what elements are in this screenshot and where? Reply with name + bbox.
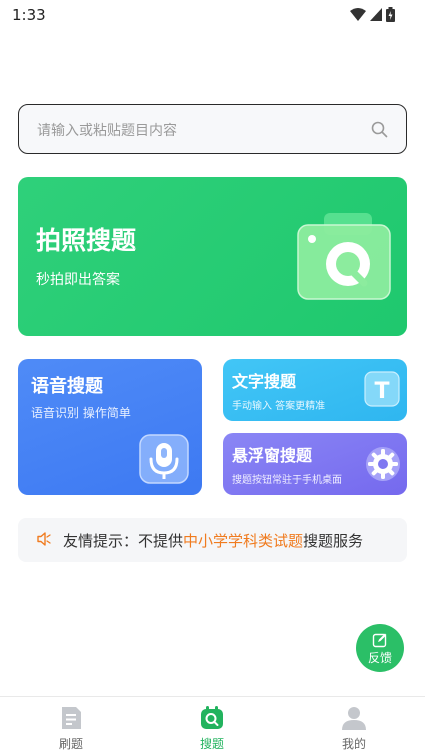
text-t-icon: T (364, 371, 400, 407)
notice-text: 友情提示：不提供中小学学科类试题搜题服务 (63, 530, 363, 551)
search-input[interactable]: 请输入或粘贴题目内容 (18, 104, 407, 154)
floating-search-subtitle: 搜题按钮常驻于手机桌面 (232, 475, 342, 486)
voice-search-subtitle: 语音识别 操作简单 (31, 406, 131, 420)
notice-highlight: 中小学学科类试题 (183, 532, 304, 550)
notice-prefix: 友情提示：不提供 (63, 532, 184, 550)
user-icon (342, 707, 366, 730)
text-search-title: 文字搜题 (232, 372, 297, 391)
tab-search[interactable]: 搜题 (172, 697, 252, 756)
text-icon-letter: T (374, 379, 389, 404)
notice-suffix: 搜题服务 (303, 532, 364, 550)
microphone-icon (139, 434, 189, 484)
bottom-tab-bar: 刷题 搜题 我的 (0, 696, 425, 756)
photo-search-card[interactable]: 拍照搜题 秒拍即出答案 (18, 177, 407, 336)
cellular-signal-icon (370, 8, 382, 21)
text-search-subtitle: 手动输入 答案更精准 (232, 401, 326, 412)
tab-practice-label: 刷题 (58, 737, 83, 751)
feedback-button[interactable]: 反馈 (356, 624, 404, 672)
document-icon (62, 707, 81, 729)
search-icon[interactable] (371, 121, 388, 138)
battery-icon (386, 7, 395, 22)
tab-practice[interactable]: 刷题 (31, 697, 111, 756)
feedback-label: 反馈 (367, 651, 392, 665)
edit-icon (372, 633, 387, 648)
voice-search-title: 语音搜题 (31, 376, 103, 397)
tab-search-label: 搜题 (199, 737, 224, 751)
status-bar: 1:33 (0, 0, 425, 30)
photo-search-subtitle: 秒拍即出答案 (36, 272, 120, 288)
status-time: 1:33 (12, 6, 46, 24)
gear-icon (366, 447, 400, 481)
camera-icon (297, 213, 391, 300)
tab-profile-label: 我的 (341, 737, 366, 751)
photo-search-title: 拍照搜题 (36, 226, 137, 255)
speaker-icon (37, 532, 51, 546)
status-icons (350, 7, 395, 22)
tab-profile[interactable]: 我的 (314, 697, 394, 756)
search-tab-icon (201, 706, 223, 729)
search-placeholder: 请输入或粘贴题目内容 (37, 123, 177, 139)
voice-search-card[interactable]: 语音搜题 语音识别 操作简单 (18, 359, 202, 495)
floating-window-search-card[interactable]: 悬浮窗搜题 搜题按钮常驻于手机桌面 (223, 433, 407, 495)
wifi-icon (350, 7, 366, 21)
text-search-card[interactable]: 文字搜题 手动输入 答案更精准 T (223, 359, 407, 421)
floating-search-title: 悬浮窗搜题 (232, 446, 313, 465)
notice-bar: 友情提示：不提供中小学学科类试题搜题服务 (18, 518, 407, 562)
